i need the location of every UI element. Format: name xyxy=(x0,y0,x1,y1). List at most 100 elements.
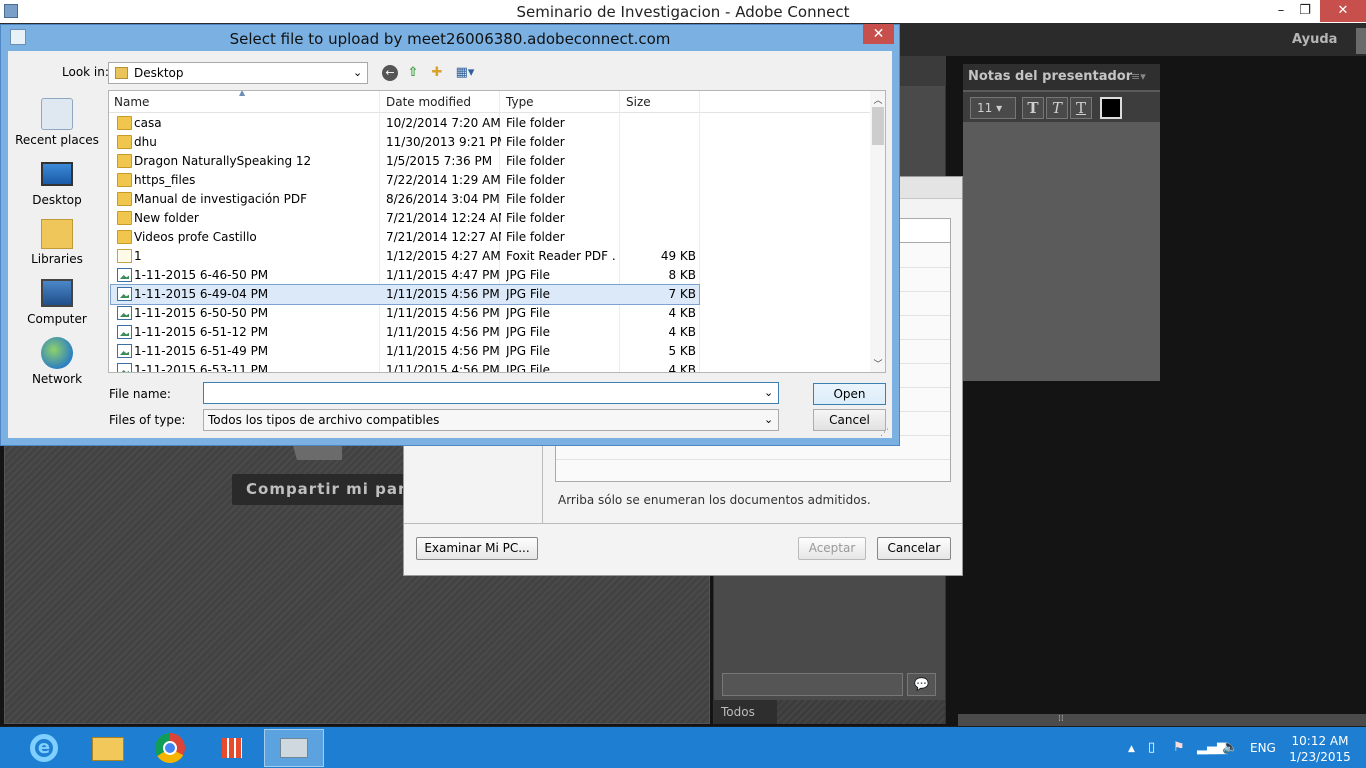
file-size: 49 KB xyxy=(660,249,696,263)
scroll-thumb[interactable] xyxy=(872,107,884,145)
grip-icon[interactable]: ⁞⁞ xyxy=(1058,714,1064,724)
file-type: JPG File xyxy=(506,268,550,282)
scrollbar[interactable] xyxy=(1356,28,1366,54)
file-row[interactable]: 1 1/12/2015 4:27 AM Foxit Reader PDF ... 49… xyxy=(111,247,699,266)
image-file-icon xyxy=(117,344,132,358)
file-dialog-title: Select file to upload by meet26006380.ad… xyxy=(229,30,671,48)
chat-input[interactable] xyxy=(722,673,903,696)
chevron-down-icon[interactable]: ⌄ xyxy=(764,386,773,399)
browse-my-pc-button[interactable]: Examinar Mi PC... xyxy=(416,537,538,560)
back-icon[interactable]: ← xyxy=(382,65,398,81)
bold-icon[interactable]: T xyxy=(1022,97,1044,119)
column-type[interactable]: Type xyxy=(506,95,534,109)
notes-text-area[interactable] xyxy=(963,122,1160,381)
font-size-select[interactable]: 11 ▾ xyxy=(970,97,1016,119)
file-type: File folder xyxy=(506,230,565,244)
place-recent[interactable]: Recent places xyxy=(14,98,100,147)
file-row[interactable]: New folder 7/21/2014 12:24 AM File folder xyxy=(111,209,699,228)
place-network[interactable]: Network xyxy=(14,337,100,386)
file-row[interactable]: 1-11-2015 6-46-50 PM 1/11/2015 4:47 PM JPG… xyxy=(111,266,699,285)
action-center-icon[interactable]: ⚑ xyxy=(1173,740,1185,755)
scroll-up-icon[interactable]: ︿ xyxy=(872,93,884,106)
file-size: 4 KB xyxy=(668,363,696,373)
place-desktop[interactable]: Desktop xyxy=(14,162,100,207)
file-type: JPG File xyxy=(506,306,550,320)
chat-recipient[interactable]: Todos xyxy=(714,700,777,724)
file-list-scrollbar[interactable]: ︿ ﹀ xyxy=(870,91,885,372)
column-size[interactable]: Size xyxy=(626,95,651,109)
file-name: casa xyxy=(134,116,162,130)
file-row[interactable]: dhu 11/30/2013 9:21 PM File folder xyxy=(111,133,699,152)
image-file-icon xyxy=(117,268,132,282)
file-size: 5 KB xyxy=(668,344,696,358)
column-name[interactable]: Name xyxy=(114,95,149,109)
place-computer[interactable]: Computer xyxy=(14,279,100,326)
look-in-select[interactable]: Desktop ⌄ xyxy=(108,62,368,84)
file-type: File folder xyxy=(506,116,565,130)
cancel-upload-button[interactable]: Cancelar xyxy=(877,537,951,560)
show-hidden-icons-icon[interactable]: ▲ xyxy=(1128,744,1135,754)
resize-grip-icon[interactable]: ⋰ xyxy=(880,428,889,438)
chevron-down-icon: ⌄ xyxy=(353,66,363,79)
file-date: 7/21/2014 12:27 AM xyxy=(386,230,501,244)
clock[interactable]: 10:12 AM 1/23/2015 xyxy=(1281,733,1359,765)
file-row[interactable]: 1-11-2015 6-51-12 PM 1/11/2015 4:56 PM JPG… xyxy=(111,323,699,342)
files-of-type-select[interactable]: Todos los tipos de archivo compatibles ⌄ xyxy=(203,409,779,431)
restore-button[interactable]: ❐ xyxy=(1290,0,1320,22)
volume-icon[interactable]: 🔈 xyxy=(1222,740,1238,755)
italic-icon[interactable]: T xyxy=(1046,97,1068,119)
view-menu-icon[interactable]: ▦▾ xyxy=(452,64,478,82)
file-size: 8 KB xyxy=(668,268,696,282)
desktop-icon xyxy=(41,162,73,186)
power-icon[interactable]: ▯ xyxy=(1148,740,1155,755)
dialog-close-button[interactable]: ✕ xyxy=(863,24,894,44)
file-name: 1-11-2015 6-53-11 PM xyxy=(134,363,269,373)
file-type: File folder xyxy=(506,211,565,225)
file-row[interactable]: https_files 7/22/2014 1:29 AM File folder xyxy=(111,171,699,190)
place-label: Network xyxy=(31,372,83,386)
app-close-button[interactable]: ✕ xyxy=(1320,0,1366,22)
text-color-swatch[interactable] xyxy=(1100,97,1122,119)
file-name: 1-11-2015 6-49-04 PM xyxy=(134,287,269,301)
file-list[interactable]: Name ▲ Date modified Type Size casa 10/2/… xyxy=(108,90,886,373)
cancel-button[interactable]: Cancel xyxy=(813,409,886,431)
file-type: File folder xyxy=(506,135,565,149)
language-indicator[interactable]: ENG xyxy=(1250,741,1276,755)
up-folder-icon[interactable]: ⇧ xyxy=(404,64,422,82)
internet-explorer-icon[interactable]: e xyxy=(14,729,74,767)
file-row[interactable]: Dragon NaturallySpeaking 12 1/5/2015 7:36… xyxy=(111,152,699,171)
pod-menu-icon[interactable]: ≡▾ xyxy=(1131,70,1146,83)
file-name-input[interactable]: ⌄ xyxy=(203,382,779,404)
file-row[interactable]: Videos profe Castillo 7/21/2014 12:27 AM F… xyxy=(111,228,699,247)
file-size: 7 KB xyxy=(668,287,696,301)
scroll-down-icon[interactable]: ﹀ xyxy=(872,357,884,370)
image-file-icon xyxy=(117,363,132,372)
open-button[interactable]: Open xyxy=(813,383,886,405)
file-explorer-icon[interactable] xyxy=(78,729,138,767)
file-type: JPG File xyxy=(506,363,550,373)
new-folder-icon[interactable]: ✚ xyxy=(428,64,446,82)
file-type: JPG File xyxy=(506,344,550,358)
file-row[interactable]: 1-11-2015 6-50-50 PM 1/11/2015 4:56 PM JPG… xyxy=(111,304,699,323)
underline-icon[interactable]: T xyxy=(1070,97,1092,119)
apps-icon[interactable] xyxy=(202,729,262,767)
file-date: 7/21/2014 12:24 AM xyxy=(386,211,501,225)
file-row[interactable]: 1-11-2015 6-53-11 PM 1/11/2015 4:56 PM JPG… xyxy=(111,361,699,373)
dialog-app-icon xyxy=(10,29,26,45)
file-rows: casa 10/2/2014 7:20 AM File folder dhu 11/30… xyxy=(109,114,871,373)
file-row[interactable]: casa 10/2/2014 7:20 AM File folder xyxy=(111,114,699,133)
file-row[interactable]: 1-11-2015 6-49-04 PM 1/11/2015 4:56 PM JPG… xyxy=(110,284,700,305)
column-date[interactable]: Date modified xyxy=(386,95,471,109)
file-row[interactable]: Manual de investigación PDF 8/26/2014 3:0… xyxy=(111,190,699,209)
help-menu[interactable]: Ayuda xyxy=(1292,32,1337,47)
file-date: 1/11/2015 4:47 PM xyxy=(386,268,500,282)
file-name: New folder xyxy=(134,211,199,225)
accept-button[interactable]: Aceptar xyxy=(798,537,866,560)
chat-send-icon[interactable]: 💬 xyxy=(907,673,936,696)
share-screen-button[interactable]: Compartir mi pant xyxy=(232,474,407,505)
file-row[interactable]: 1-11-2015 6-51-49 PM 1/11/2015 4:56 PM JPG… xyxy=(111,342,699,361)
folder-icon xyxy=(117,116,132,130)
chrome-icon[interactable] xyxy=(140,729,200,767)
place-libraries[interactable]: Libraries xyxy=(14,219,100,266)
adobe-connect-icon[interactable] xyxy=(264,729,324,767)
